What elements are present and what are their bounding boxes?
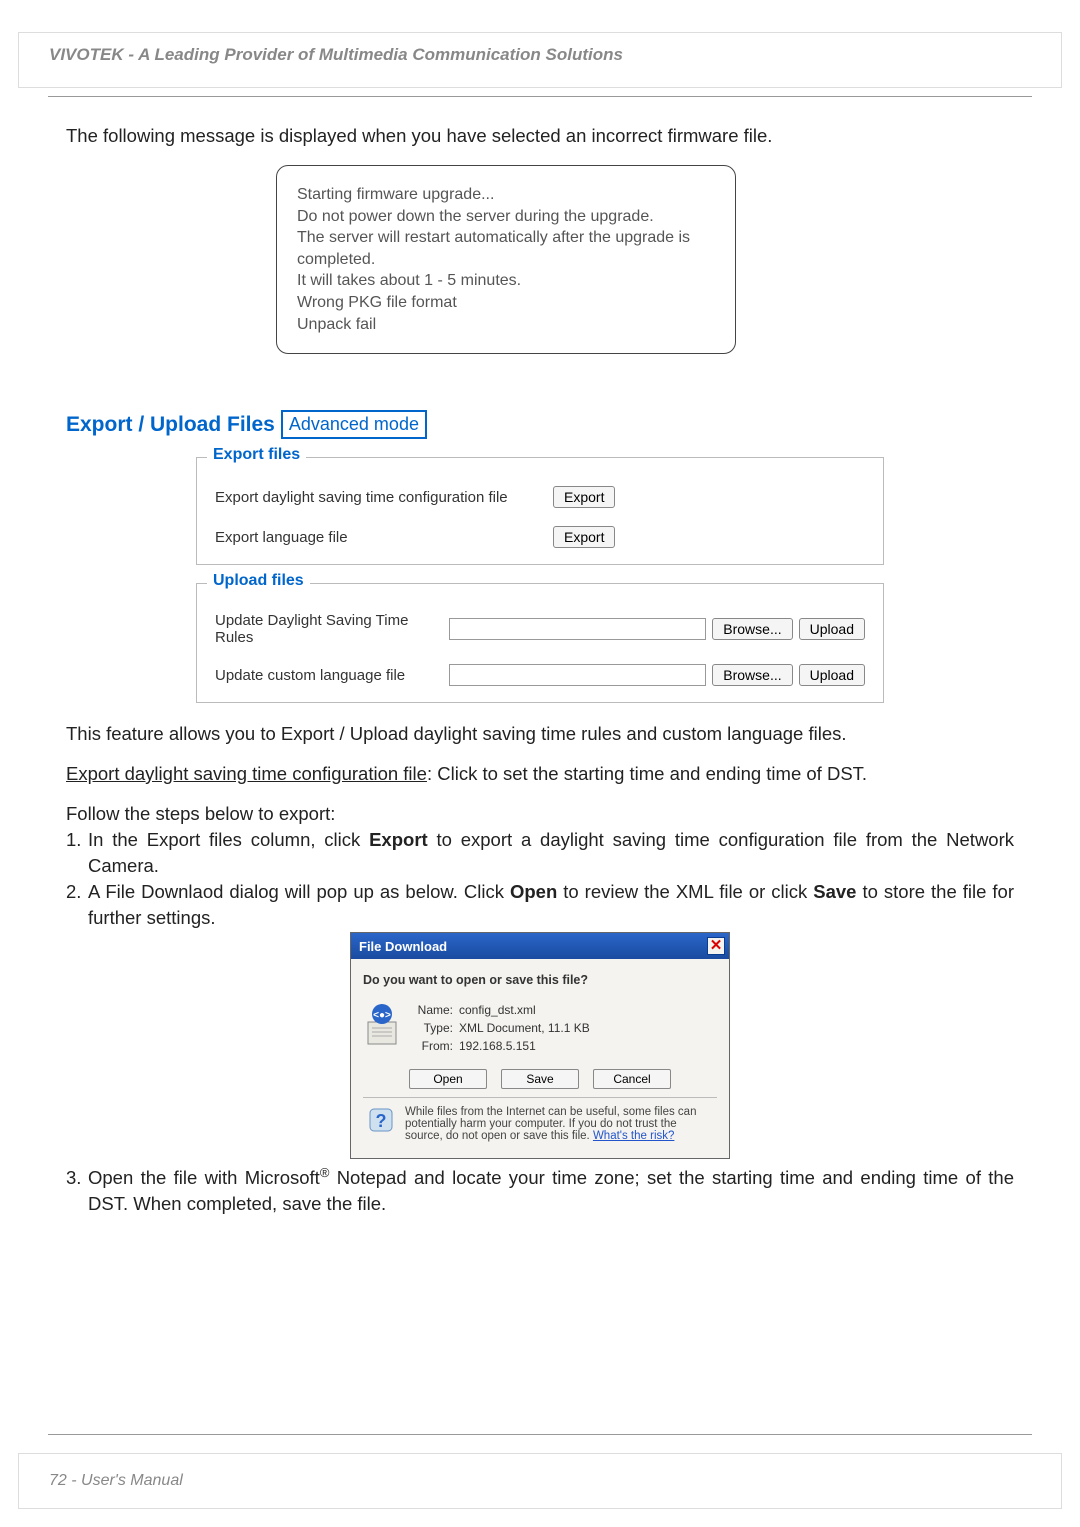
- step-1: 1. In the Export files column, click Exp…: [66, 827, 1014, 879]
- page-header: VIVOTEK - A Leading Provider of Multimed…: [18, 32, 1062, 88]
- dlg-from-label: From:: [411, 1037, 453, 1055]
- firmware-message-box: Starting firmware upgrade... Do not powe…: [276, 165, 736, 354]
- export-dst-button[interactable]: Export: [553, 486, 615, 508]
- section-title: Export / Upload Files: [66, 413, 275, 437]
- advanced-mode-badge: Advanced mode: [281, 410, 427, 439]
- dialog-title: File Download: [359, 939, 447, 954]
- dialog-question: Do you want to open or save this file?: [363, 973, 717, 987]
- dlg-name-label: Name:: [411, 1001, 453, 1019]
- export-dst-description: Export daylight saving time configuratio…: [66, 761, 1014, 787]
- registered-mark: ®: [320, 1165, 330, 1180]
- step-number: 3.: [66, 1165, 88, 1217]
- export-language-button[interactable]: Export: [553, 526, 615, 548]
- feature-description: This feature allows you to Export / Uplo…: [66, 721, 1014, 747]
- msg-line: The server will restart automatically af…: [297, 227, 715, 270]
- upload-legend: Upload files: [207, 572, 310, 590]
- upload-lang-label: Update custom language file: [215, 667, 449, 684]
- header-divider: [48, 96, 1032, 97]
- upload-lang-upload-button[interactable]: Upload: [799, 664, 865, 686]
- msg-line: Unpack fail: [297, 314, 715, 336]
- whats-the-risk-link[interactable]: What's the risk?: [593, 1130, 674, 1142]
- export-dst-rest: : Click to set the starting time and end…: [427, 763, 867, 784]
- upload-dst-label: Update Daylight Saving Time Rules: [215, 612, 449, 646]
- upload-dst-file-input[interactable]: [449, 618, 706, 640]
- svg-text:<●>: <●>: [373, 1010, 391, 1021]
- step-number: 2.: [66, 879, 88, 931]
- upload-lang-file-input[interactable]: [449, 664, 706, 686]
- step1-text-a: In the Export files column, click: [88, 829, 369, 850]
- dlg-name-value: config_dst.xml: [459, 1003, 536, 1017]
- step2-text-b: to review the XML file or click: [557, 881, 813, 902]
- warning-icon: ?: [367, 1106, 395, 1134]
- dialog-divider: [363, 1097, 717, 1098]
- dialog-open-button[interactable]: Open: [409, 1069, 487, 1089]
- dlg-type-label: Type:: [411, 1019, 453, 1037]
- msg-line: It will takes about 1 - 5 minutes.: [297, 270, 715, 292]
- header-brand-text: VIVOTEK - A Leading Provider of Multimed…: [49, 45, 623, 64]
- dialog-titlebar: File Download ✕: [351, 933, 729, 959]
- step-3: 3. Open the file with Microsoft® Notepad…: [66, 1165, 1014, 1217]
- msg-line: Do not power down the server during the …: [297, 206, 715, 228]
- steps-intro: Follow the steps below to export:: [66, 801, 1014, 827]
- msg-line: Wrong PKG file format: [297, 292, 715, 314]
- step2-bold-save: Save: [813, 881, 856, 902]
- export-dst-label: Export daylight saving time configuratio…: [215, 489, 553, 506]
- page-footer: 72 - User's Manual: [18, 1453, 1062, 1509]
- dialog-save-button[interactable]: Save: [501, 1069, 579, 1089]
- export-legend: Export files: [207, 446, 306, 464]
- dialog-cancel-button[interactable]: Cancel: [593, 1069, 671, 1089]
- export-dst-underlined: Export daylight saving time configuratio…: [66, 763, 427, 784]
- footer-page-number: 72 - User's Manual: [49, 1472, 183, 1489]
- upload-files-panel: Upload files Update Daylight Saving Time…: [196, 583, 884, 703]
- export-files-panel: Export files Export daylight saving time…: [196, 457, 884, 565]
- footer-divider: [48, 1434, 1032, 1435]
- msg-line: Starting firmware upgrade...: [297, 184, 715, 206]
- step1-bold: Export: [369, 829, 428, 850]
- intro-paragraph: The following message is displayed when …: [66, 125, 1014, 147]
- step2-bold-open: Open: [510, 881, 557, 902]
- step-2: 2. A File Downlaod dialog will pop up as…: [66, 879, 1014, 931]
- svg-text:?: ?: [376, 1111, 387, 1131]
- file-icon: <●>: [363, 1001, 401, 1047]
- step3-text-a: Open the file with Microsoft: [88, 1167, 320, 1188]
- file-download-dialog: File Download ✕ Do you want to open or s…: [350, 932, 730, 1159]
- upload-lang-browse-button[interactable]: Browse...: [712, 664, 792, 686]
- dialog-close-button[interactable]: ✕: [707, 937, 725, 955]
- dlg-from-value: 192.168.5.151: [459, 1039, 536, 1053]
- dlg-type-value: XML Document, 11.1 KB: [459, 1021, 590, 1035]
- upload-dst-upload-button[interactable]: Upload: [799, 618, 865, 640]
- step-number: 1.: [66, 827, 88, 879]
- step2-text-a: A File Downlaod dialog will pop up as be…: [88, 881, 510, 902]
- upload-dst-browse-button[interactable]: Browse...: [712, 618, 792, 640]
- export-language-label: Export language file: [215, 529, 553, 546]
